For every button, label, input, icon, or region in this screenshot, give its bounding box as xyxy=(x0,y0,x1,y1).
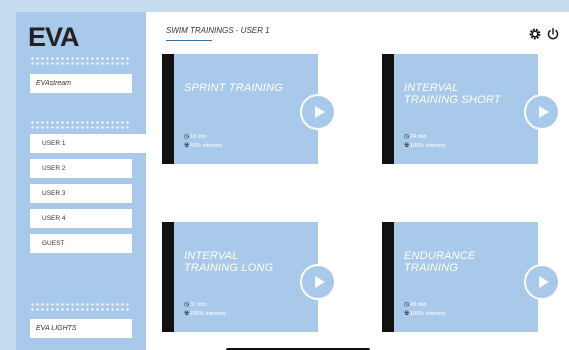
dot-divider xyxy=(30,56,130,66)
card-intensity-value: 100% intensity xyxy=(190,311,226,317)
card-duration: ◷18 min xyxy=(184,133,207,140)
sidebar: EVA EVAstream USER 1 USER 2 USER 3 USER … xyxy=(16,12,146,350)
play-button[interactable] xyxy=(300,264,336,300)
card-accent-bar xyxy=(162,54,174,164)
card-intensity: ☢100% intensity xyxy=(404,142,446,149)
card-duration-value: 48 min xyxy=(410,302,427,308)
card-duration-value: 18 min xyxy=(190,134,207,140)
sidebar-item-user-1[interactable]: USER 1 xyxy=(30,134,146,153)
play-icon xyxy=(539,106,549,118)
training-card-endurance[interactable]: ENDURANCE TRAINING ◷48 min ☢100% intensi… xyxy=(382,222,538,332)
dot-divider xyxy=(30,302,130,312)
play-icon xyxy=(539,276,549,288)
play-button[interactable] xyxy=(524,94,560,130)
sidebar-item-guest[interactable]: GUEST xyxy=(30,234,132,253)
page-title: SWIM TRAININGS - USER 1 xyxy=(166,26,270,35)
device-frame: EVA EVAstream USER 1 USER 2 USER 3 USER … xyxy=(0,0,569,350)
card-duration: ◷37 min xyxy=(184,301,207,308)
card-intensity: ☢100% intensity xyxy=(404,310,446,317)
gear-icon[interactable] xyxy=(528,27,542,41)
card-accent-bar xyxy=(382,54,394,164)
card-title: ENDURANCE TRAINING xyxy=(404,250,476,274)
card-intensity: ☢60% intensity xyxy=(184,142,223,149)
play-icon xyxy=(315,276,325,288)
training-card-interval-long[interactable]: INTERVAL TRAINING LONG ◷37 min ☢100% int… xyxy=(162,222,318,332)
sidebar-item-user-3[interactable]: USER 3 xyxy=(30,184,132,203)
training-card-interval-short[interactable]: INTERVAL TRAINING SHORT ◷24 min ☢100% in… xyxy=(382,54,538,164)
card-title: SPRINT TRAINING xyxy=(184,82,283,94)
dot-divider xyxy=(30,120,130,130)
card-accent-bar xyxy=(382,222,394,332)
eva-lights-button[interactable]: EVA LIGHTS xyxy=(30,319,132,338)
sidebar-item-user-4[interactable]: USER 4 xyxy=(30,209,132,228)
evastream-button[interactable]: EVAstream xyxy=(30,74,132,93)
training-card-sprint[interactable]: SPRINT TRAINING ◷18 min ☢60% intensity xyxy=(162,54,318,164)
card-intensity-value: 100% intensity xyxy=(410,311,446,317)
title-underline xyxy=(166,40,212,41)
card-duration-value: 24 min xyxy=(410,134,427,140)
play-button[interactable] xyxy=(300,94,336,130)
play-button[interactable] xyxy=(524,264,560,300)
card-duration: ◷48 min xyxy=(404,301,427,308)
card-accent-bar xyxy=(162,222,174,332)
card-intensity: ☢100% intensity xyxy=(184,310,226,317)
play-icon xyxy=(315,106,325,118)
card-intensity-value: 100% intensity xyxy=(410,143,446,149)
power-icon[interactable] xyxy=(546,27,560,41)
card-title: INTERVAL TRAINING LONG xyxy=(184,250,274,274)
card-duration: ◷24 min xyxy=(404,133,427,140)
card-intensity-value: 60% intensity xyxy=(190,143,223,149)
card-duration-value: 37 min xyxy=(190,302,207,308)
sidebar-item-user-2[interactable]: USER 2 xyxy=(30,159,132,178)
app-screen: EVA EVAstream USER 1 USER 2 USER 3 USER … xyxy=(16,12,569,350)
eva-logo: EVA xyxy=(28,22,80,52)
card-title: INTERVAL TRAINING SHORT xyxy=(404,82,501,106)
